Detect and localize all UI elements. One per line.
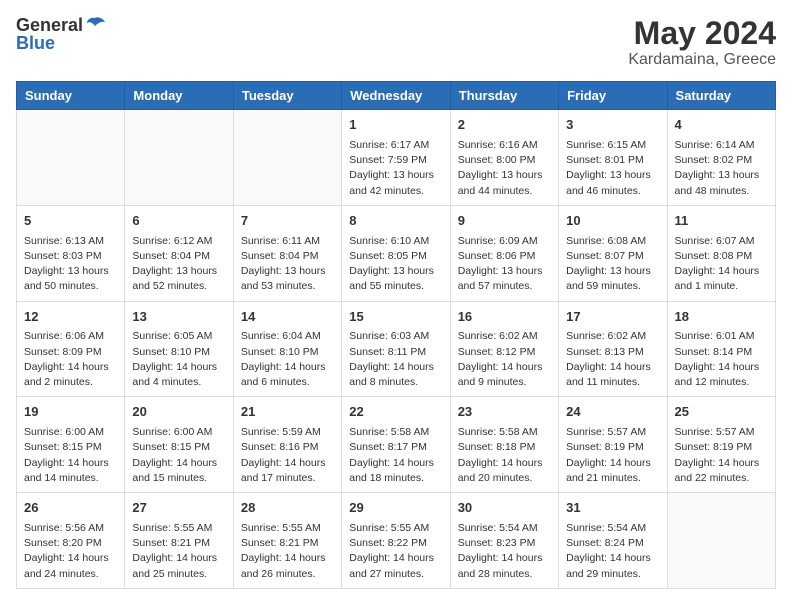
day-number: 14 <box>241 308 334 327</box>
day-number: 12 <box>24 308 117 327</box>
calendar-cell <box>17 110 125 206</box>
calendar-cell: 26Sunrise: 5:56 AMSunset: 8:20 PMDayligh… <box>17 493 125 589</box>
logo-bird-icon <box>85 16 105 34</box>
weekday-header-row: SundayMondayTuesdayWednesdayThursdayFrid… <box>17 82 776 110</box>
calendar-cell: 10Sunrise: 6:08 AMSunset: 8:07 PMDayligh… <box>559 205 667 301</box>
day-number: 22 <box>349 403 442 422</box>
day-number: 21 <box>241 403 334 422</box>
day-number: 15 <box>349 308 442 327</box>
calendar-cell: 30Sunrise: 5:54 AMSunset: 8:23 PMDayligh… <box>450 493 558 589</box>
day-number: 13 <box>132 308 225 327</box>
calendar-cell: 31Sunrise: 5:54 AMSunset: 8:24 PMDayligh… <box>559 493 667 589</box>
day-number: 19 <box>24 403 117 422</box>
calendar-cell <box>233 110 341 206</box>
calendar-cell: 1Sunrise: 6:17 AMSunset: 7:59 PMDaylight… <box>342 110 450 206</box>
weekday-header-monday: Monday <box>125 82 233 110</box>
title-block: May 2024 Kardamaina, Greece <box>628 16 776 69</box>
day-number: 3 <box>566 116 659 135</box>
calendar-cell: 14Sunrise: 6:04 AMSunset: 8:10 PMDayligh… <box>233 301 341 397</box>
logo-general: General <box>16 16 83 34</box>
calendar-cell: 4Sunrise: 6:14 AMSunset: 8:02 PMDaylight… <box>667 110 775 206</box>
calendar-table: SundayMondayTuesdayWednesdayThursdayFrid… <box>16 81 776 589</box>
calendar-cell: 25Sunrise: 5:57 AMSunset: 8:19 PMDayligh… <box>667 397 775 493</box>
calendar-cell: 5Sunrise: 6:13 AMSunset: 8:03 PMDaylight… <box>17 205 125 301</box>
calendar-cell: 17Sunrise: 6:02 AMSunset: 8:13 PMDayligh… <box>559 301 667 397</box>
day-number: 11 <box>675 212 768 231</box>
logo-blue: Blue <box>16 34 105 52</box>
calendar-week-row: 26Sunrise: 5:56 AMSunset: 8:20 PMDayligh… <box>17 493 776 589</box>
calendar-cell: 7Sunrise: 6:11 AMSunset: 8:04 PMDaylight… <box>233 205 341 301</box>
calendar-cell: 13Sunrise: 6:05 AMSunset: 8:10 PMDayligh… <box>125 301 233 397</box>
day-number: 5 <box>24 212 117 231</box>
day-number: 27 <box>132 499 225 518</box>
calendar-cell: 28Sunrise: 5:55 AMSunset: 8:21 PMDayligh… <box>233 493 341 589</box>
weekday-header-tuesday: Tuesday <box>233 82 341 110</box>
day-number: 30 <box>458 499 551 518</box>
day-number: 20 <box>132 403 225 422</box>
day-number: 26 <box>24 499 117 518</box>
calendar-cell: 18Sunrise: 6:01 AMSunset: 8:14 PMDayligh… <box>667 301 775 397</box>
day-number: 17 <box>566 308 659 327</box>
page-header: General Blue May 2024 Kardamaina, Greece <box>16 16 776 69</box>
day-number: 2 <box>458 116 551 135</box>
calendar-cell: 6Sunrise: 6:12 AMSunset: 8:04 PMDaylight… <box>125 205 233 301</box>
calendar-cell: 3Sunrise: 6:15 AMSunset: 8:01 PMDaylight… <box>559 110 667 206</box>
calendar-cell: 23Sunrise: 5:58 AMSunset: 8:18 PMDayligh… <box>450 397 558 493</box>
calendar-week-row: 1Sunrise: 6:17 AMSunset: 7:59 PMDaylight… <box>17 110 776 206</box>
weekday-header-sunday: Sunday <box>17 82 125 110</box>
day-number: 10 <box>566 212 659 231</box>
calendar-cell: 15Sunrise: 6:03 AMSunset: 8:11 PMDayligh… <box>342 301 450 397</box>
calendar-week-row: 12Sunrise: 6:06 AMSunset: 8:09 PMDayligh… <box>17 301 776 397</box>
calendar-cell: 8Sunrise: 6:10 AMSunset: 8:05 PMDaylight… <box>342 205 450 301</box>
day-number: 29 <box>349 499 442 518</box>
day-number: 16 <box>458 308 551 327</box>
calendar-cell: 27Sunrise: 5:55 AMSunset: 8:21 PMDayligh… <box>125 493 233 589</box>
day-number: 6 <box>132 212 225 231</box>
day-number: 23 <box>458 403 551 422</box>
weekday-header-wednesday: Wednesday <box>342 82 450 110</box>
calendar-cell: 16Sunrise: 6:02 AMSunset: 8:12 PMDayligh… <box>450 301 558 397</box>
weekday-header-friday: Friday <box>559 82 667 110</box>
calendar-cell: 22Sunrise: 5:58 AMSunset: 8:17 PMDayligh… <box>342 397 450 493</box>
day-number: 18 <box>675 308 768 327</box>
calendar-week-row: 19Sunrise: 6:00 AMSunset: 8:15 PMDayligh… <box>17 397 776 493</box>
calendar-cell: 12Sunrise: 6:06 AMSunset: 8:09 PMDayligh… <box>17 301 125 397</box>
calendar-cell: 20Sunrise: 6:00 AMSunset: 8:15 PMDayligh… <box>125 397 233 493</box>
calendar-cell: 24Sunrise: 5:57 AMSunset: 8:19 PMDayligh… <box>559 397 667 493</box>
day-number: 1 <box>349 116 442 135</box>
day-number: 31 <box>566 499 659 518</box>
calendar-cell: 2Sunrise: 6:16 AMSunset: 8:00 PMDaylight… <box>450 110 558 206</box>
location-subtitle: Kardamaina, Greece <box>628 51 776 69</box>
weekday-header-saturday: Saturday <box>667 82 775 110</box>
day-number: 9 <box>458 212 551 231</box>
day-number: 8 <box>349 212 442 231</box>
calendar-cell <box>125 110 233 206</box>
logo: General Blue <box>16 16 105 52</box>
calendar-cell: 29Sunrise: 5:55 AMSunset: 8:22 PMDayligh… <box>342 493 450 589</box>
day-number: 7 <box>241 212 334 231</box>
calendar-cell <box>667 493 775 589</box>
calendar-cell: 9Sunrise: 6:09 AMSunset: 8:06 PMDaylight… <box>450 205 558 301</box>
calendar-cell: 21Sunrise: 5:59 AMSunset: 8:16 PMDayligh… <box>233 397 341 493</box>
day-number: 24 <box>566 403 659 422</box>
day-number: 25 <box>675 403 768 422</box>
month-year-title: May 2024 <box>628 16 776 51</box>
weekday-header-thursday: Thursday <box>450 82 558 110</box>
calendar-cell: 11Sunrise: 6:07 AMSunset: 8:08 PMDayligh… <box>667 205 775 301</box>
calendar-cell: 19Sunrise: 6:00 AMSunset: 8:15 PMDayligh… <box>17 397 125 493</box>
calendar-week-row: 5Sunrise: 6:13 AMSunset: 8:03 PMDaylight… <box>17 205 776 301</box>
day-number: 28 <box>241 499 334 518</box>
day-number: 4 <box>675 116 768 135</box>
